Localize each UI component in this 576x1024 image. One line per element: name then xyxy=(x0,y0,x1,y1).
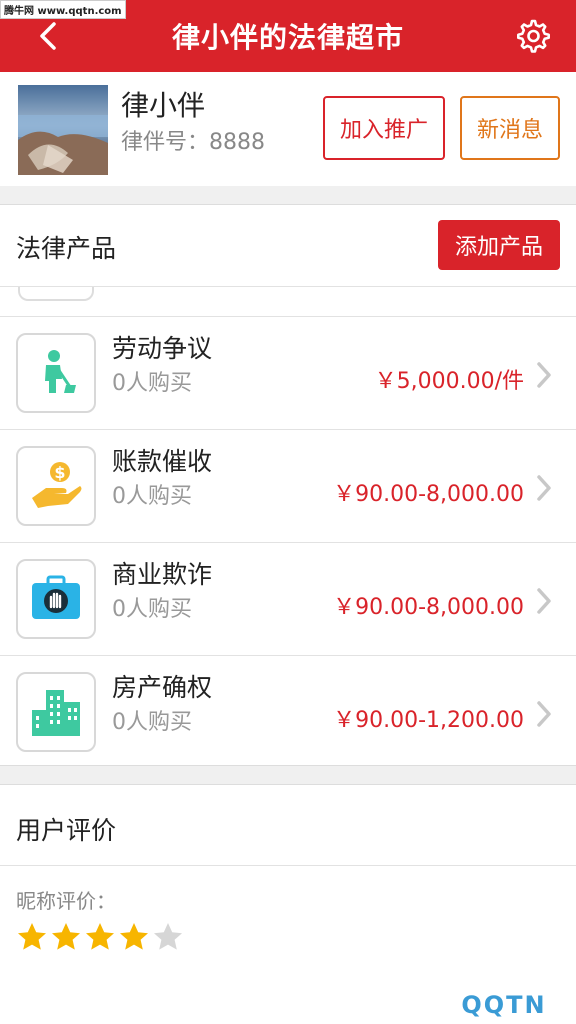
chevron-right-icon xyxy=(537,588,551,614)
add-product-button[interactable]: 添加产品 xyxy=(438,220,560,270)
product-name: 劳动争议 xyxy=(112,334,213,363)
product-buyers: 0人购买 xyxy=(112,597,192,622)
divider xyxy=(0,865,576,866)
product-price: ￥90.00-1,200.00 xyxy=(333,708,524,733)
site-watermark: 腾牛网 www.qqtn.com xyxy=(0,0,126,19)
legal-products-section: 法律产品 添加产品 劳动争议 0人购买 ￥5,000.00/件 $ 账款催收 0… xyxy=(0,204,576,766)
product-buyers: 0人购买 xyxy=(112,484,192,509)
partially-hidden-item-icon xyxy=(18,287,94,301)
avatar[interactable] xyxy=(18,85,108,175)
star-filled-icon xyxy=(120,923,148,950)
reviews-section-title: 用户评价 xyxy=(16,816,117,845)
profile-id-label: 律伴号： xyxy=(121,130,210,155)
buildings-icon xyxy=(16,672,96,752)
product-item-labor-dispute[interactable]: 劳动争议 0人购买 ￥5,000.00/件 xyxy=(0,317,576,430)
chevron-right-icon xyxy=(537,701,551,727)
chevron-right-icon xyxy=(537,475,551,501)
product-price: ￥5,000.00/件 xyxy=(374,369,524,394)
product-name: 商业欺诈 xyxy=(112,560,213,589)
hand-money-icon: $ xyxy=(16,446,96,526)
product-buyers: 0人购买 xyxy=(112,371,192,396)
products-header: 法律产品 添加产品 xyxy=(0,205,576,287)
profile-name: 律小伴 xyxy=(121,89,206,122)
profile-id-value: 8888 xyxy=(209,130,266,155)
profile-id: 律伴号：8888 xyxy=(121,124,265,156)
product-item-commercial-fraud[interactable]: 商业欺诈 0人购买 ￥90.00-8,000.00 xyxy=(0,543,576,656)
products-section-title: 法律产品 xyxy=(16,234,117,263)
join-promotion-button[interactable]: 加入推广 xyxy=(323,96,445,160)
profile-card: 律小伴 律伴号：8888 加入推广 新消息 xyxy=(0,72,576,186)
product-price: ￥90.00-8,000.00 xyxy=(333,482,524,507)
review-nickname-label: 昵称评价： xyxy=(16,889,116,913)
site-watermark-logo: QQTN xyxy=(432,986,576,1024)
chevron-right-icon xyxy=(537,362,551,388)
page-title: 律小伴的法律超市 xyxy=(171,21,404,54)
product-buyers: 0人购买 xyxy=(112,710,192,735)
product-item-property-rights[interactable]: 房产确权 0人购买 ￥90.00-1,200.00 xyxy=(0,656,576,765)
worker-shovel-icon xyxy=(16,333,96,413)
product-price: ￥90.00-8,000.00 xyxy=(333,595,524,620)
chevron-left-icon xyxy=(40,22,56,50)
star-filled-icon xyxy=(86,923,114,950)
svg-text:$: $ xyxy=(54,463,65,482)
star-empty-icon xyxy=(154,923,182,950)
gear-icon[interactable] xyxy=(514,18,550,54)
product-item-debt-collection[interactable]: $ 账款催收 0人购买 ￥90.00-8,000.00 xyxy=(0,430,576,543)
stop-hand-briefcase-icon xyxy=(16,559,96,639)
product-name: 账款催收 xyxy=(112,447,213,476)
new-messages-button[interactable]: 新消息 xyxy=(460,96,560,160)
star-filled-icon xyxy=(52,923,80,950)
product-name: 房产确权 xyxy=(112,673,213,702)
star-filled-icon xyxy=(18,923,46,950)
back-button[interactable] xyxy=(28,16,68,56)
rating-stars xyxy=(16,921,184,953)
